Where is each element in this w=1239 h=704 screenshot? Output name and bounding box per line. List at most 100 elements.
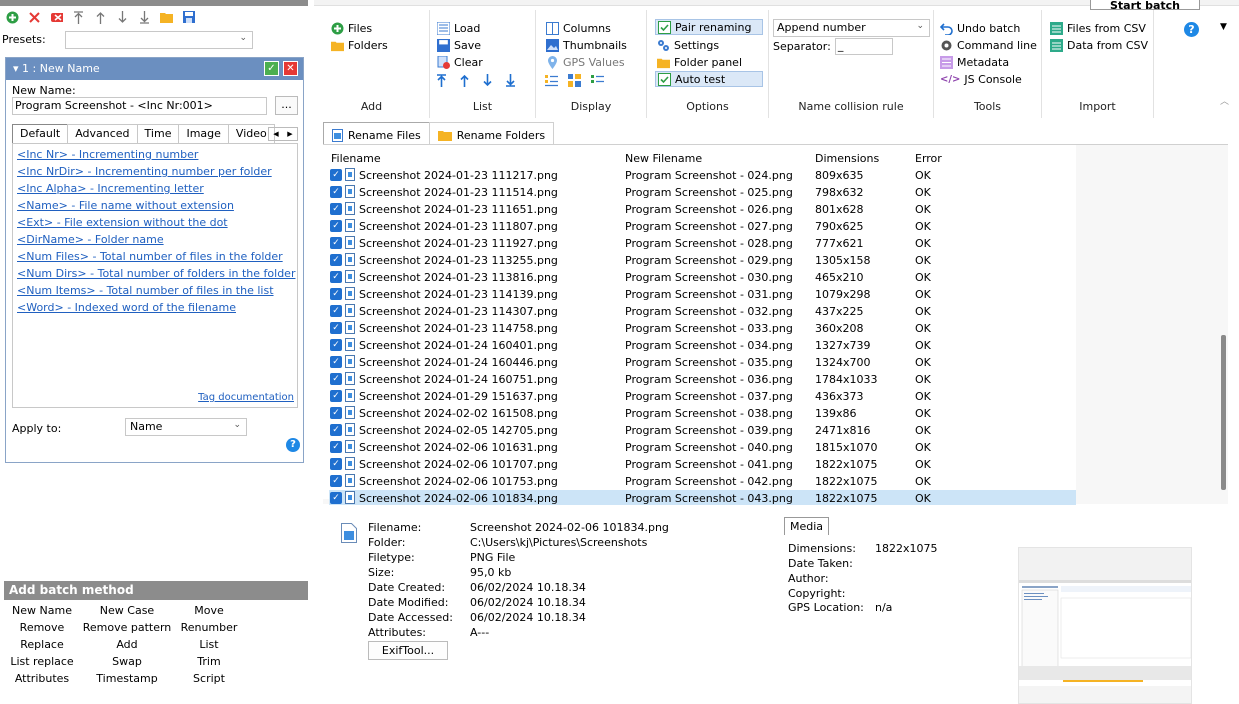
table-row[interactable]: ✓ Screenshot 2024-01-23 114758.png Program… [329,320,1076,337]
table-row[interactable]: ✓ Screenshot 2024-01-23 114307.png Program… [329,303,1076,320]
enable-method-check-icon[interactable]: ✓ [264,61,279,76]
tag-link[interactable]: <Name> - File name without extension [17,199,234,212]
row-checkbox[interactable]: ✓ [330,441,342,453]
row-checkbox[interactable]: ✓ [330,220,342,232]
row-checkbox[interactable]: ✓ [330,186,342,198]
tab-advanced[interactable]: Advanced [67,124,138,143]
row-checkbox[interactable]: ✓ [330,373,342,385]
table-row[interactable]: ✓ Screenshot 2024-01-23 111651.png Program… [329,201,1076,218]
tag-link[interactable]: <DirName> - Folder name [17,233,164,246]
row-checkbox[interactable]: ✓ [330,458,342,470]
delete-all-icon[interactable] [50,11,63,24]
table-row[interactable]: ✓ Screenshot 2024-02-02 161508.png Program… [329,405,1076,422]
table-row[interactable]: ✓ Screenshot 2024-01-23 111217.png Program… [329,167,1076,184]
collapse-ribbon-icon[interactable]: ︿ [1220,94,1229,107]
column-header-new-filename[interactable]: New Filename [625,152,702,165]
table-row[interactable]: ✓ Screenshot 2024-02-06 101707.png Program… [329,456,1076,473]
row-checkbox[interactable]: ✓ [330,339,342,351]
auto-test-toggle[interactable]: Auto test [655,71,763,87]
add-folders-button[interactable]: Folders [331,37,388,53]
collision-rule-select[interactable]: Append number ⌄ [773,19,930,37]
row-checkbox[interactable]: ✓ [330,305,342,317]
row-checkbox[interactable]: ✓ [330,169,342,181]
tab-rename-files[interactable]: Rename Files [323,122,430,144]
files-from-csv-button[interactable]: Files from CSV [1050,20,1146,36]
list-view-icon[interactable] [591,74,604,87]
exiftool-button[interactable]: ExifTool... [368,641,448,660]
row-checkbox[interactable]: ✓ [330,492,342,504]
method-renumber[interactable]: Renumber [174,621,244,634]
apply-to-select[interactable]: Name ⌄ [125,418,247,436]
tag-documentation-link[interactable]: Tag documentation [198,392,294,403]
method-header[interactable]: ▾ 1 : New Name ✓ ✕ [6,58,303,80]
scroll-right-icon[interactable]: ▶ [283,128,297,140]
add-method-icon[interactable] [6,11,19,24]
move-down-icon[interactable] [116,10,129,24]
table-row[interactable]: ✓ Screenshot 2024-01-23 111927.png Program… [329,235,1076,252]
row-checkbox[interactable]: ✓ [330,424,342,436]
method-list-replace[interactable]: List replace [4,655,80,668]
table-row[interactable]: ✓ Screenshot 2024-02-05 142705.png Program… [329,422,1076,439]
row-checkbox[interactable]: ✓ [330,288,342,300]
undo-batch-button[interactable]: Undo batch [940,20,1020,36]
method-new-case[interactable]: New Case [80,604,174,617]
open-folder-icon[interactable] [160,11,173,24]
tag-link[interactable]: <Inc NrDir> - Incrementing number per fo… [17,165,272,178]
columns-button[interactable]: Columns [546,20,611,36]
method-trim[interactable]: Trim [174,655,244,668]
thumbnails-button[interactable]: Thumbnails [546,37,627,53]
clear-list-button[interactable]: Clear [437,54,483,70]
command-line-button[interactable]: Command line [940,37,1037,53]
move-down-icon[interactable] [481,73,494,87]
scroll-left-icon[interactable]: ◀ [269,128,283,140]
pair-renaming-toggle[interactable]: Pair renaming [655,19,763,35]
table-row[interactable]: ✓ Screenshot 2024-01-24 160751.png Program… [329,371,1076,388]
new-name-input[interactable]: Program Screenshot - <Inc Nr:001> [12,97,267,115]
row-checkbox[interactable]: ✓ [330,271,342,283]
row-checkbox[interactable]: ✓ [330,356,342,368]
tab-scroll-buttons[interactable]: ◀ ▶ [268,127,298,141]
save-icon[interactable] [182,11,195,24]
row-checkbox[interactable]: ✓ [330,322,342,334]
vertical-scrollbar[interactable] [1221,335,1226,490]
tag-link[interactable]: <Num Files> - Total number of files in t… [17,250,283,263]
move-bottom-icon[interactable] [138,10,151,24]
data-from-csv-button[interactable]: Data from CSV [1050,37,1148,53]
tab-default[interactable]: Default [12,124,69,143]
method-new-name[interactable]: New Name [4,604,80,617]
help-icon[interactable]: ? [286,438,300,452]
tag-link[interactable]: <Ext> - File extension without the dot [17,216,228,229]
method-swap[interactable]: Swap [80,655,174,668]
js-console-button[interactable]: </> JS Console [940,71,1022,87]
tag-link[interactable]: <Num Dirs> - Total number of folders in … [17,267,295,280]
row-checkbox[interactable]: ✓ [330,237,342,249]
presets-select[interactable]: ⌄ [65,31,253,49]
table-row[interactable]: ✓ Screenshot 2024-02-06 101753.png Program… [329,473,1076,490]
details-view-icon[interactable] [545,74,558,87]
move-bottom-icon[interactable] [504,73,517,87]
delete-method-icon[interactable] [28,11,41,24]
folder-panel-button[interactable]: Folder panel [657,54,742,70]
row-checkbox[interactable]: ✓ [330,203,342,215]
row-checkbox[interactable]: ✓ [330,254,342,266]
column-header-error[interactable]: Error [915,152,942,165]
method-timestamp[interactable]: Timestamp [80,672,174,685]
add-files-button[interactable]: Files [331,20,372,36]
start-batch-button[interactable]: Start batch [1090,0,1200,12]
save-list-button[interactable]: Save [437,37,481,53]
tag-link[interactable]: <Inc Alpha> - Incrementing letter [17,182,204,195]
table-row[interactable]: ✓ Screenshot 2024-01-23 111807.png Program… [329,218,1076,235]
method-add[interactable]: Add [80,638,174,651]
load-list-button[interactable]: Load [437,20,480,36]
tag-link[interactable]: <Inc Nr> - Incrementing number [17,148,198,161]
tab-rename-folders[interactable]: Rename Folders [428,122,555,144]
table-row[interactable]: ✓ Screenshot 2024-01-23 114139.png Program… [329,286,1076,303]
table-row[interactable]: ✓ Screenshot 2024-02-06 101631.png Program… [329,439,1076,456]
help-icon[interactable]: ? [1184,22,1199,37]
move-top-icon[interactable] [435,73,448,87]
tab-media[interactable]: Media [784,517,830,535]
separator-input[interactable]: _ [834,37,893,55]
table-row[interactable]: ✓ Screenshot 2024-01-24 160446.png Program… [329,354,1076,371]
close-method-icon[interactable]: ✕ [283,61,298,76]
tiles-view-icon[interactable] [568,73,581,87]
